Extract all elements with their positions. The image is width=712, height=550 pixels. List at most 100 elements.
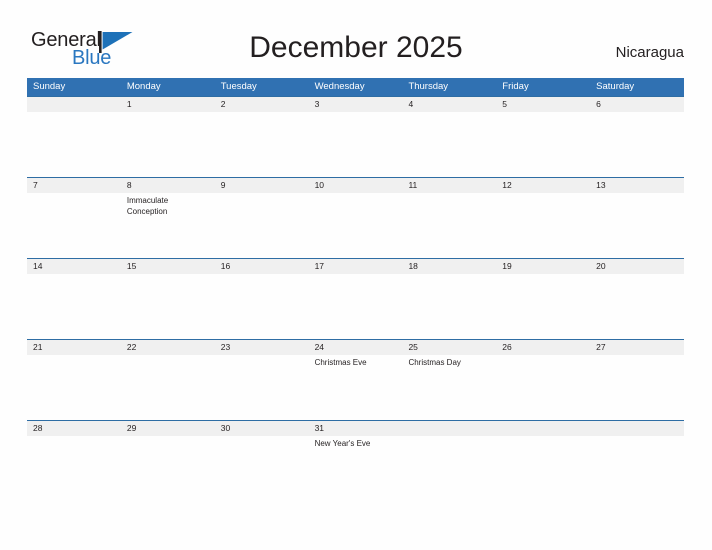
holiday-label: New Year's Eve bbox=[314, 439, 371, 448]
day-cell[interactable] bbox=[309, 112, 403, 177]
day-number[interactable]: 27 bbox=[590, 340, 684, 355]
day-number[interactable]: 3 bbox=[309, 97, 403, 112]
day-cell[interactable] bbox=[121, 355, 215, 420]
weekday-thursday: Thursday bbox=[408, 81, 449, 92]
day-number[interactable]: 26 bbox=[496, 340, 590, 355]
day-cell[interactable] bbox=[27, 112, 121, 177]
day-number[interactable]: 12 bbox=[496, 178, 590, 193]
day-number[interactable]: 19 bbox=[496, 259, 590, 274]
day-number[interactable]: 28 bbox=[27, 421, 121, 436]
day-number[interactable]: 31 bbox=[309, 421, 403, 436]
day-number[interactable] bbox=[402, 421, 496, 436]
day-cell[interactable] bbox=[309, 274, 403, 339]
day-number[interactable]: 6 bbox=[590, 97, 684, 112]
day-number[interactable]: 13 bbox=[590, 178, 684, 193]
day-cell[interactable] bbox=[496, 274, 590, 339]
weekday-friday: Friday bbox=[502, 81, 529, 92]
day-cell[interactable] bbox=[496, 355, 590, 420]
week-event-band: Immaculate Conception bbox=[27, 193, 684, 258]
week-date-band: 7 8 9 10 11 12 13 bbox=[27, 178, 684, 193]
calendar-week-row: 7 8 9 10 11 12 13 Immaculate Conception bbox=[27, 177, 684, 258]
page-header: General Blue December 2025 Nicaragua bbox=[0, 0, 712, 78]
weekday-monday: Monday bbox=[126, 81, 161, 92]
day-number[interactable]: 10 bbox=[309, 178, 403, 193]
week-date-band: 28 29 30 31 bbox=[27, 421, 684, 436]
holiday-label: Christmas Day bbox=[408, 358, 461, 367]
day-number[interactable]: 16 bbox=[215, 259, 309, 274]
day-number[interactable] bbox=[496, 421, 590, 436]
week-event-band bbox=[27, 112, 684, 177]
week-event-band: Christmas Eve Christmas Day bbox=[27, 355, 684, 420]
day-cell[interactable] bbox=[590, 193, 684, 258]
day-cell[interactable] bbox=[590, 274, 684, 339]
week-date-band: 14 15 16 17 18 19 20 bbox=[27, 259, 684, 274]
day-cell[interactable]: Christmas Day bbox=[402, 355, 496, 420]
week-event-band bbox=[27, 274, 684, 339]
calendar-week-row: 21 22 23 24 25 26 27 Christmas Eve Chris… bbox=[27, 339, 684, 420]
day-number[interactable]: 7 bbox=[27, 178, 121, 193]
day-number[interactable]: 22 bbox=[121, 340, 215, 355]
day-cell[interactable] bbox=[121, 274, 215, 339]
weekday-sunday: Sunday bbox=[33, 81, 66, 92]
weekday-tuesday: Tuesday bbox=[220, 81, 257, 92]
day-number[interactable]: 21 bbox=[27, 340, 121, 355]
day-cell[interactable] bbox=[590, 436, 684, 501]
day-number[interactable]: 9 bbox=[215, 178, 309, 193]
day-cell[interactable] bbox=[121, 112, 215, 177]
weekday-saturday: Saturday bbox=[596, 81, 635, 92]
day-number[interactable]: 20 bbox=[590, 259, 684, 274]
day-number[interactable]: 18 bbox=[402, 259, 496, 274]
day-cell[interactable] bbox=[215, 355, 309, 420]
day-number[interactable] bbox=[590, 421, 684, 436]
day-cell[interactable] bbox=[496, 436, 590, 501]
day-number[interactable]: 30 bbox=[215, 421, 309, 436]
day-cell[interactable] bbox=[496, 193, 590, 258]
calendar-page: General Blue December 2025 Nicaragua Sun… bbox=[0, 0, 712, 550]
day-cell[interactable] bbox=[402, 112, 496, 177]
day-cell[interactable] bbox=[402, 436, 496, 501]
week-date-band: 21 22 23 24 25 26 27 bbox=[27, 340, 684, 355]
weekday-header-row: Sunday Monday Tuesday Wednesday Thursday… bbox=[27, 78, 684, 96]
holiday-label: Immaculate Conception bbox=[126, 196, 169, 216]
calendar-week-row: 1 2 3 4 5 6 bbox=[27, 96, 684, 177]
day-number[interactable]: 25 bbox=[402, 340, 496, 355]
day-number[interactable]: 5 bbox=[496, 97, 590, 112]
day-cell[interactable]: New Year's Eve bbox=[309, 436, 403, 501]
day-cell[interactable] bbox=[27, 193, 121, 258]
day-number[interactable]: 17 bbox=[309, 259, 403, 274]
day-number[interactable]: 2 bbox=[215, 97, 309, 112]
day-number[interactable]: 29 bbox=[121, 421, 215, 436]
day-cell[interactable]: Immaculate Conception bbox=[121, 193, 215, 258]
day-cell[interactable]: Christmas Eve bbox=[309, 355, 403, 420]
day-cell[interactable] bbox=[27, 274, 121, 339]
day-cell[interactable] bbox=[27, 436, 121, 501]
day-cell[interactable] bbox=[27, 355, 121, 420]
day-cell[interactable] bbox=[402, 274, 496, 339]
calendar-grid: Sunday Monday Tuesday Wednesday Thursday… bbox=[27, 78, 684, 501]
day-number[interactable]: 4 bbox=[402, 97, 496, 112]
day-number[interactable]: 24 bbox=[309, 340, 403, 355]
day-cell[interactable] bbox=[215, 436, 309, 501]
country-label: Nicaragua bbox=[615, 44, 684, 61]
day-number[interactable]: 23 bbox=[215, 340, 309, 355]
day-cell[interactable] bbox=[215, 274, 309, 339]
week-event-band: New Year's Eve bbox=[27, 436, 684, 501]
day-cell[interactable] bbox=[215, 112, 309, 177]
day-number[interactable]: 15 bbox=[121, 259, 215, 274]
calendar-week-row: 28 29 30 31 New Year's Eve bbox=[27, 420, 684, 501]
day-number[interactable]: 11 bbox=[402, 178, 496, 193]
day-cell[interactable] bbox=[590, 355, 684, 420]
week-date-band: 1 2 3 4 5 6 bbox=[27, 97, 684, 112]
day-cell[interactable] bbox=[402, 193, 496, 258]
day-cell[interactable] bbox=[309, 193, 403, 258]
holiday-label: Christmas Eve bbox=[314, 358, 367, 367]
day-number[interactable]: 14 bbox=[27, 259, 121, 274]
day-cell[interactable] bbox=[121, 436, 215, 501]
day-cell[interactable] bbox=[215, 193, 309, 258]
day-number[interactable] bbox=[27, 97, 121, 112]
day-number[interactable]: 1 bbox=[121, 97, 215, 112]
calendar-week-row: 14 15 16 17 18 19 20 bbox=[27, 258, 684, 339]
day-cell[interactable] bbox=[590, 112, 684, 177]
day-cell[interactable] bbox=[496, 112, 590, 177]
day-number[interactable]: 8 bbox=[121, 178, 215, 193]
